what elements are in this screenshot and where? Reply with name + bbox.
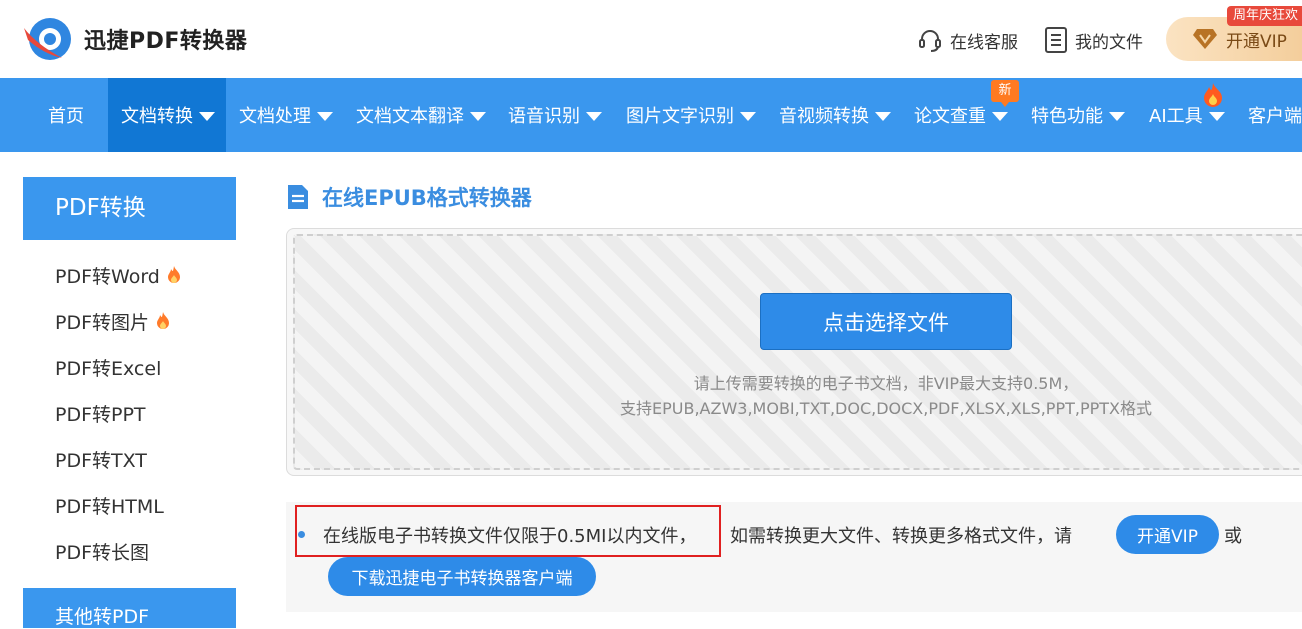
logo[interactable]: 迅捷PDF转换器	[22, 14, 247, 64]
my-files-label: 我的文件	[1075, 32, 1143, 53]
notice-or-text: 或	[1224, 526, 1242, 547]
diamond-icon	[1193, 29, 1217, 49]
nav-features-label: 特色功能	[1031, 106, 1103, 127]
document-icon	[1045, 27, 1067, 53]
file-icon	[288, 185, 308, 209]
header-vip-label: 开通VIP	[1226, 31, 1287, 52]
flame-icon	[1204, 83, 1222, 107]
promo-badge: 周年庆狂欢	[1227, 6, 1302, 26]
sidebar-item-label: PDF转HTML	[55, 495, 164, 518]
page-title-text: 在线EPUB格式转换器	[322, 186, 532, 210]
notice-more-text: 如需转换更大文件、转换更多格式文件，请	[730, 526, 1072, 547]
sidebar-item-pdf-to-long-image[interactable]: PDF转长图	[55, 538, 149, 564]
headset-icon	[919, 30, 941, 52]
online-service-label: 在线客服	[950, 32, 1018, 53]
nav-document-convert[interactable]: 文档转换	[108, 78, 226, 152]
sidebar-item-pdf-to-word[interactable]: PDF转Word	[55, 262, 182, 288]
new-badge: 新	[991, 80, 1019, 107]
sidebar-item-label: PDF转TXT	[55, 449, 147, 472]
nav-av-convert[interactable]: 音视频转换	[779, 78, 891, 152]
sidebar-item-label: PDF转图片	[55, 311, 150, 334]
upload-hint-line-2: 支持EPUB,AZW3,MOBI,TXT,DOC,DOCX,PDF,XLSX,X…	[620, 399, 1152, 418]
logo-icon	[24, 18, 71, 60]
sidebar-item-pdf-to-excel[interactable]: PDF转Excel	[55, 354, 161, 380]
sidebar-item-label: PDF转长图	[55, 541, 150, 564]
highlight-box	[295, 505, 721, 557]
chevron-down-icon	[586, 111, 602, 121]
nav-ai-tools-label: AI工具	[1149, 106, 1203, 127]
app-name: 迅捷PDF转换器	[84, 29, 248, 54]
nav-document-process[interactable]: 文档处理	[239, 78, 333, 152]
nav-home-label: 首页	[48, 106, 84, 127]
nav-translate-label: 文档文本翻译	[356, 106, 464, 127]
chevron-down-icon	[992, 111, 1008, 121]
sidebar-item-label: PDF转Excel	[55, 357, 162, 380]
nav-features[interactable]: 特色功能	[1031, 78, 1125, 152]
sidebar-menu: PDF转Word PDF转图片 PDF转Excel PDF转PPT PDF转TX…	[23, 240, 236, 588]
my-files-link[interactable]: 我的文件	[1044, 27, 1143, 53]
flame-icon	[157, 312, 170, 329]
online-service-link[interactable]: 在线客服	[917, 27, 1018, 53]
chevron-down-icon	[875, 111, 891, 121]
chevron-down-icon	[317, 111, 333, 121]
flame-icon	[167, 266, 180, 283]
upload-hint-line-1: 请上传需要转换的电子书文档，非VIP最大支持0.5M，	[693, 374, 1079, 393]
chevron-down-icon	[1208, 111, 1225, 121]
nav-plagiarism-label: 论文查重	[914, 106, 986, 127]
main-nav: 首页 文档转换 文档处理 文档文本翻译 语音识别 图片文字识别 音视频转换 论文…	[0, 78, 1302, 152]
chevron-down-icon	[470, 111, 486, 121]
sidebar-item-pdf-to-ppt[interactable]: PDF转PPT	[55, 400, 146, 426]
nav-av-convert-label: 音视频转换	[779, 106, 869, 127]
sidebar-item-pdf-to-image[interactable]: PDF转图片	[55, 308, 171, 334]
choose-file-button[interactable]: 点击选择文件	[760, 293, 1012, 350]
sidebar-next-section[interactable]: 其他转PDF	[23, 588, 236, 628]
top-header: 迅捷PDF转换器 在线客服 我的文件 开通VIP 周年庆狂欢	[0, 0, 1302, 78]
nav-ocr-label: 图片文字识别	[626, 106, 734, 127]
upload-drop-zone[interactable]	[293, 234, 1302, 470]
sidebar-title: PDF转换	[23, 177, 236, 240]
download-client-button[interactable]: 下载迅捷电子书转换器客户端	[328, 557, 596, 596]
chevron-down-icon	[740, 111, 756, 121]
page-title: 在线EPUB格式转换器	[286, 182, 532, 212]
chevron-down-icon	[199, 111, 215, 121]
nav-home[interactable]: 首页	[48, 78, 84, 152]
sidebar-item-pdf-to-txt[interactable]: PDF转TXT	[55, 446, 147, 472]
nav-client-label: 客户端	[1248, 106, 1302, 127]
sidebar-item-label: PDF转PPT	[55, 403, 146, 426]
notice-vip-button[interactable]: 开通VIP	[1116, 515, 1219, 554]
nav-client[interactable]: 客户端	[1248, 78, 1302, 152]
nav-speech[interactable]: 语音识别	[508, 78, 602, 152]
nav-speech-label: 语音识别	[508, 106, 580, 127]
nav-document-convert-label: 文档转换	[121, 106, 193, 127]
sidebar-item-label: PDF转Word	[55, 265, 160, 288]
nav-ocr[interactable]: 图片文字识别	[626, 78, 756, 152]
nav-translate[interactable]: 文档文本翻译	[356, 78, 486, 152]
chevron-down-icon	[1109, 111, 1125, 121]
nav-document-process-label: 文档处理	[239, 106, 311, 127]
sidebar-item-pdf-to-html[interactable]: PDF转HTML	[55, 492, 164, 518]
